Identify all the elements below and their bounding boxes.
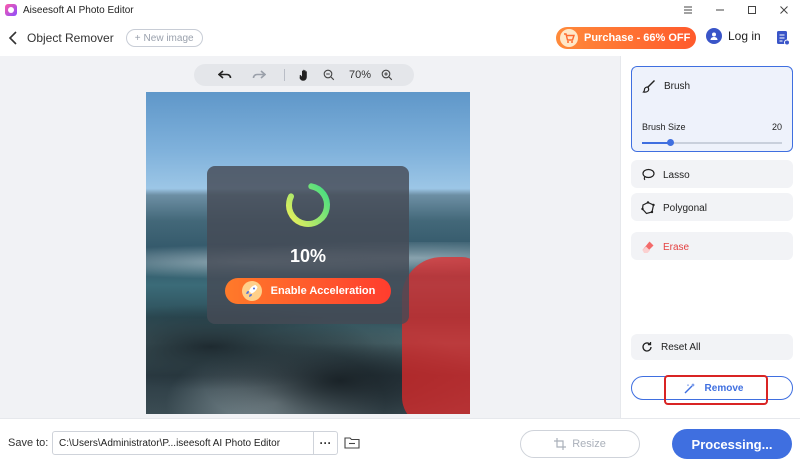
save-path-field[interactable]: C:\Users\Administrator\P...iseesoft AI P… [52,431,338,455]
zoom-out-icon [323,69,335,81]
title-bar: Aiseesoft AI Photo Editor [0,0,800,20]
chevron-left-icon [8,31,17,45]
crop-icon [554,438,567,450]
pan-button[interactable] [293,64,317,86]
browse-more-button[interactable]: ··· [313,432,337,454]
lasso-tool[interactable]: Lasso [631,160,793,188]
processing-button[interactable]: Processing... [672,429,792,459]
enable-acceleration-button[interactable]: Enable Acceleration [225,278,391,304]
remove-label: Remove [704,382,744,394]
minimize-icon[interactable] [704,0,736,20]
save-to-label: Save to: [8,437,49,449]
user-icon [706,28,722,44]
canvas-toolbar: 70% [194,64,414,86]
menu-icon[interactable] [672,0,704,20]
window-controls [672,0,800,20]
brush-label: Brush [664,80,691,92]
brush-tool-card[interactable]: Brush Brush Size 20 [631,66,793,152]
zoom-level: 70% [349,69,372,81]
resize-label: Resize [572,438,606,450]
save-path-text: C:\Users\Administrator\P...iseesoft AI P… [59,437,281,449]
brush-mask-selection [402,257,470,414]
header: Object Remover + New image Purchase - 66… [0,20,800,56]
page-title: Object Remover [27,31,114,45]
zoom-in-button[interactable] [379,64,395,86]
login-button[interactable]: Log in [706,28,761,44]
maximize-icon[interactable] [736,0,768,20]
remove-button[interactable]: Remove [631,375,793,405]
brush-size-slider-handle[interactable] [667,139,674,146]
reset-icon [642,342,652,352]
window-title: Aiseesoft AI Photo Editor [23,4,134,16]
login-label: Log in [728,29,761,43]
brush-size-slider-fill [642,142,670,144]
polygonal-label: Polygonal [663,202,707,214]
lasso-label: Lasso [663,169,690,181]
rocket-icon [241,281,262,301]
footer-bar: Save to: C:\Users\Administrator\P...isee… [0,418,800,468]
canvas-workspace: 70% 10% Enable Acceleration [0,56,620,418]
tools-panel: Brush Brush Size 20 Lasso Polygonal Eras… [620,56,800,418]
purchase-label: Purchase - 66% OFF [584,32,691,44]
loading-spinner-icon [286,183,330,227]
erase-tool[interactable]: Erase [631,232,793,260]
lasso-icon [642,168,655,181]
polygon-icon [641,201,655,215]
magic-wand-icon [684,383,695,394]
brush-size-value: 20 [771,122,782,132]
undo-button[interactable] [208,64,242,86]
new-image-button[interactable]: + New image [125,29,203,47]
hand-icon [299,69,307,81]
plus-icon: + [134,32,141,44]
new-image-label: New image [143,32,194,44]
app-logo-icon [5,4,17,16]
cart-icon [560,29,578,47]
enable-acceleration-label: Enable Acceleration [270,285,376,297]
undo-icon [218,70,232,79]
polygonal-tool[interactable]: Polygonal [631,193,793,221]
brush-size-label: Brush Size [642,122,686,132]
brush-tool[interactable]: Brush [642,79,690,93]
resize-button[interactable]: Resize [520,430,640,458]
zoom-in-icon [381,69,393,81]
toolbar-divider [284,69,285,81]
document-icon[interactable] [776,30,790,46]
reset-all-button[interactable]: Reset All [631,334,793,360]
purchase-button[interactable]: Purchase - 66% OFF [556,27,696,49]
progress-percent: 10% [289,246,327,266]
brush-icon [642,80,655,93]
redo-button[interactable] [242,64,276,86]
redo-icon [252,70,266,79]
close-icon[interactable] [768,0,800,20]
back-button[interactable] [3,28,23,48]
eraser-icon [642,241,654,253]
erase-label: Erase [663,241,690,253]
reset-all-label: Reset All [661,341,701,353]
open-folder-icon[interactable] [344,435,360,449]
zoom-out-button[interactable] [317,64,341,86]
progress-overlay: 10% Enable Acceleration [207,166,409,324]
